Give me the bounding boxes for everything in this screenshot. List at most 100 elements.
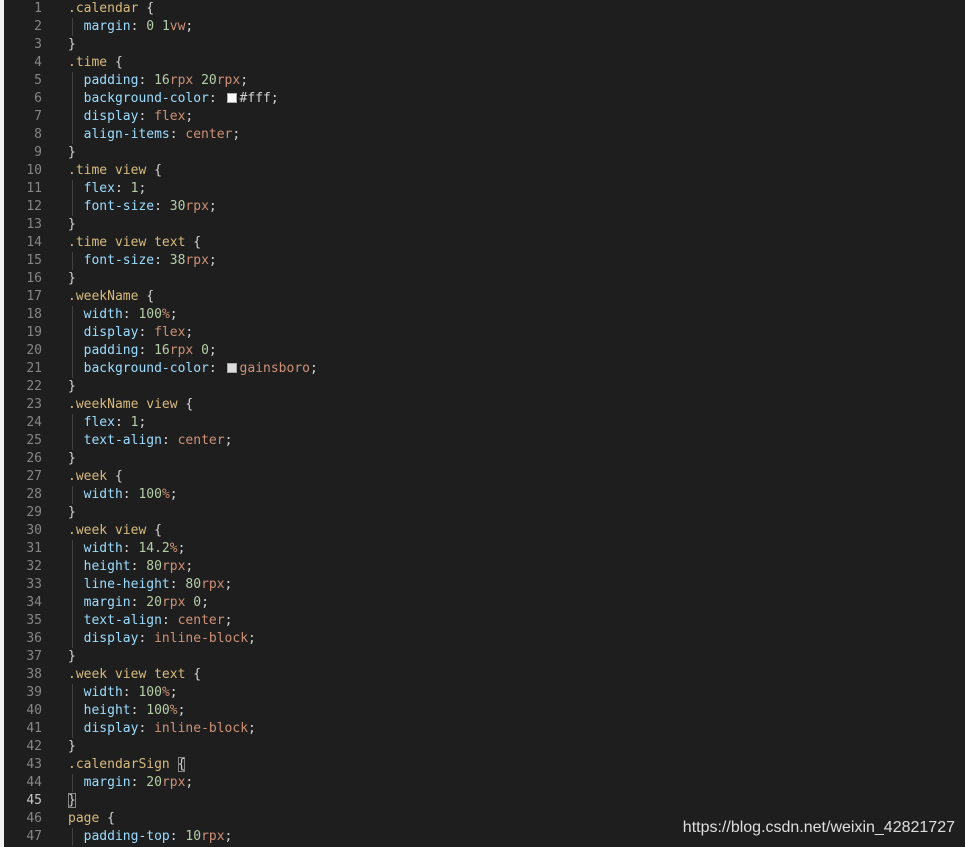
color-swatch-icon[interactable] — [226, 363, 237, 373]
code-line[interactable]: 18 width: 100%; — [4, 306, 965, 324]
code-line[interactable]: 23 .weekName view { — [4, 396, 965, 414]
code-line[interactable]: 22} — [4, 378, 965, 396]
code-token: display — [83, 109, 139, 124]
code-editor[interactable]: 1 .calendar {2 margin: 0 1vw; 3} 4 .time {5 … — [4, 0, 965, 847]
code-token: : — [130, 775, 147, 790]
code-token: inline-block — [154, 721, 249, 736]
code-text: background-color: gainsboro; — [68, 360, 318, 378]
code-line[interactable]: 34 margin: 20rpx 0; — [4, 594, 965, 612]
line-number: 26 — [26, 451, 42, 466]
code-token: view — [114, 523, 147, 538]
code-token: .time — [68, 163, 108, 178]
code-token: 16 — [154, 73, 170, 88]
code-line[interactable]: 36 display: inline-block; — [4, 630, 965, 648]
code-token: margin — [83, 595, 131, 610]
line-number: 24 — [26, 415, 42, 430]
code-token: text — [154, 235, 186, 250]
code-line[interactable]: 43 .calendarSign { — [4, 756, 965, 774]
code-line[interactable]: 42} — [4, 738, 965, 756]
code-line[interactable]: 35 text-align: center; — [4, 612, 965, 630]
code-token: ; — [177, 703, 186, 718]
code-line[interactable]: 2 margin: 0 1vw; — [4, 18, 965, 36]
code-token: .calendar — [68, 1, 139, 16]
code-line[interactable]: 15 font-size: 38rpx; — [4, 252, 965, 270]
line-number: 36 — [26, 631, 42, 646]
code-line[interactable]: 13} — [4, 216, 965, 234]
code-line[interactable]: 28 width: 100%; — [4, 486, 965, 504]
code-token: flex — [83, 181, 115, 196]
code-line[interactable]: 10 .time view { — [4, 162, 965, 180]
code-token: } — [68, 739, 76, 754]
code-line[interactable]: 1 .calendar { — [4, 0, 965, 18]
code-line[interactable]: 31 width: 14.2%; — [4, 540, 965, 558]
code-text: .weekName view { — [68, 396, 193, 414]
code-line[interactable]: 6 background-color: #fff; — [4, 90, 965, 108]
code-line[interactable]: 44 margin: 20rpx; — [4, 774, 965, 792]
code-line[interactable]: 32 height: 80rpx; — [4, 558, 965, 576]
code-token: margin — [83, 19, 131, 34]
code-token: { — [99, 811, 115, 826]
code-text: line-height: 80rpx; — [68, 576, 233, 594]
code-line[interactable]: 11 flex: 1; — [4, 180, 965, 198]
code-text: .week view text { — [68, 666, 201, 684]
code-line[interactable]: 12 font-size: 30rpx; — [4, 198, 965, 216]
line-number: 21 — [26, 361, 42, 376]
code-line[interactable]: 17 .weekName { — [4, 288, 965, 306]
code-token: : — [130, 595, 147, 610]
code-token: : — [114, 181, 131, 196]
code-line[interactable]: 20 padding: 16rpx 0; — [4, 342, 965, 360]
code-line[interactable]: 45} — [4, 792, 965, 810]
code-line[interactable]: 16} — [4, 270, 965, 288]
code-token: display — [83, 721, 139, 736]
code-token: rpx — [169, 343, 194, 358]
code-line[interactable]: 19 display: flex; — [4, 324, 965, 342]
code-line[interactable]: 39 width: 100%; — [4, 684, 965, 702]
code-text: width: 100%; — [68, 306, 178, 324]
code-line[interactable]: 26} — [4, 450, 965, 468]
code-line[interactable]: 30 .week view { — [4, 522, 965, 540]
code-token: view — [114, 163, 147, 178]
code-line[interactable]: 25 text-align: center; — [4, 432, 965, 450]
code-text: } — [68, 144, 76, 162]
color-swatch-icon[interactable] — [226, 93, 237, 103]
code-line[interactable]: 27 .week { — [4, 468, 965, 486]
code-token: ; — [248, 721, 256, 736]
code-token: : — [122, 307, 139, 322]
code-line[interactable]: 33 line-height: 80rpx; — [4, 576, 965, 594]
line-number: 38 — [26, 667, 42, 682]
code-line[interactable]: 3} — [4, 36, 965, 54]
line-number: 41 — [26, 721, 42, 736]
code-token: : — [122, 541, 139, 556]
line-number: 1 — [34, 1, 42, 16]
code-line[interactable]: 29} — [4, 504, 965, 522]
code-line[interactable]: 5 padding: 16rpx 20rpx; — [4, 72, 965, 90]
code-line[interactable]: 37} — [4, 648, 965, 666]
code-token: 0 — [193, 595, 202, 610]
line-number: 17 — [26, 289, 42, 304]
code-text: height: 80rpx; — [68, 558, 194, 576]
code-line[interactable]: 38 .week view text { — [4, 666, 965, 684]
code-token: height — [83, 703, 131, 718]
code-line[interactable]: 24 flex: 1; — [4, 414, 965, 432]
code-line[interactable]: 4 .time { — [4, 54, 965, 72]
code-line[interactable]: 14 .time view text { — [4, 234, 965, 252]
code-token: ; — [185, 19, 194, 34]
code-line[interactable]: 21 background-color: gainsboro; — [4, 360, 965, 378]
code-token: width — [83, 487, 123, 502]
code-token: : — [138, 631, 155, 646]
line-number: 31 — [26, 541, 42, 556]
code-line[interactable]: 41 display: inline-block; — [4, 720, 965, 738]
code-token: width — [83, 307, 123, 322]
code-token: .weekName — [68, 397, 139, 412]
code-text: width: 100%; — [68, 486, 178, 504]
code-token: ; — [310, 361, 318, 376]
code-line[interactable]: 9} — [4, 144, 965, 162]
code-text: .week view { — [68, 522, 162, 540]
code-token: page — [68, 811, 100, 826]
code-token: : — [154, 199, 170, 214]
code-line[interactable]: 7 display: flex; — [4, 108, 965, 126]
code-line[interactable]: 8 align-items: center; — [4, 126, 965, 144]
code-line[interactable]: 40 height: 100%; — [4, 702, 965, 720]
line-number: 44 — [26, 775, 42, 790]
code-token: width — [83, 685, 123, 700]
